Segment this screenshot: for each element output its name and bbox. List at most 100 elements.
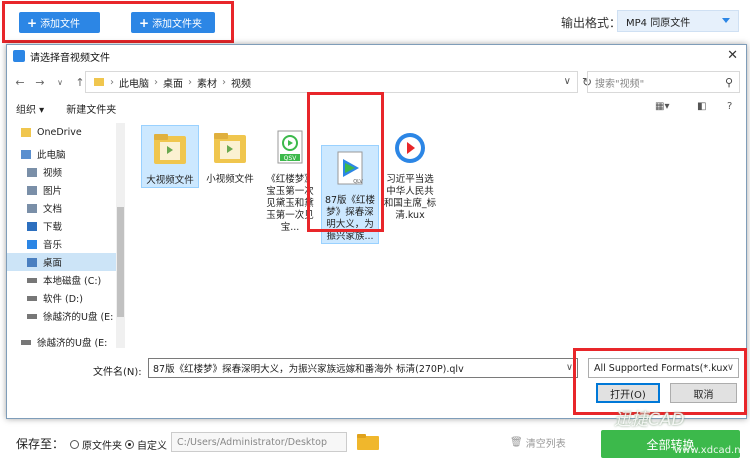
breadcrumb-desktop[interactable]: 桌面: [163, 75, 183, 90]
output-format-label: 输出格式：: [561, 16, 622, 30]
drive-icon: [27, 277, 37, 283]
preview-pane-icon[interactable]: ◧: [697, 101, 706, 112]
watermark-url: www.xdcad.net: [674, 445, 750, 456]
filename-input[interactable]: 87版《红楼梦》探春深明大义，为振兴家族远嫁和番海外 标清(270P).qlv …: [148, 358, 578, 378]
file-item-kux[interactable]: 习近平当选中华人民共和国主席_标清.kux: [381, 125, 439, 222]
nav-item-music[interactable]: 音乐: [7, 235, 125, 253]
breadcrumb-this-pc[interactable]: 此电脑: [119, 75, 149, 90]
nav-item-drive-d[interactable]: 软件 (D:): [7, 289, 125, 307]
radio-dot: [125, 440, 134, 449]
nav-label: 软件 (D:): [43, 294, 83, 305]
nav-label: 徐越济的U盘 (E:: [43, 312, 114, 323]
output-format-select[interactable]: MP4 同原文件: [617, 10, 739, 32]
chevron-right-icon: ›: [188, 76, 192, 88]
nav-label: OneDrive: [37, 126, 82, 138]
search-icon: ⚲: [724, 76, 733, 89]
nav-item-videos[interactable]: 视频: [7, 163, 125, 181]
nav-item-this-pc[interactable]: 此电脑: [7, 145, 125, 163]
file-list: 大视频文件 小视频文件 QSV 《红楼梦》宝玉第一次见黛玉和黛玉第一次见宝...: [131, 123, 741, 348]
forward-arrow-icon[interactable]: →: [33, 76, 47, 89]
nav-scrollbar[interactable]: [116, 123, 125, 348]
save-path-value: C:/Users/Administrator/Desktop: [177, 436, 327, 448]
chevron-right-icon: ›: [222, 76, 226, 88]
chevron-right-icon: ›: [154, 76, 158, 88]
folder-icon: [154, 134, 186, 164]
nav-label: 视频: [43, 168, 63, 179]
youku-kux-icon: [395, 133, 425, 163]
nav-item-usb-drive[interactable]: 徐越济的U盘 (E:: [7, 307, 125, 325]
app-icon: [13, 50, 25, 62]
clear-list-label: 清空列表: [525, 439, 566, 450]
file-item-small-videos[interactable]: 小视频文件: [201, 125, 259, 186]
navigation-pane: OneDrive 此电脑 视频 图片 文档 下载 音乐 桌面 本地磁盘 (C:)…: [7, 123, 125, 351]
highlight-box-file: [307, 92, 384, 232]
nav-label: 音乐: [43, 240, 63, 251]
nav-item-onedrive[interactable]: OneDrive: [7, 123, 125, 141]
search-input[interactable]: 搜索"视频" ⚲: [587, 71, 740, 93]
file-name: 小视频文件: [206, 174, 254, 185]
qsv-badge: QSV: [284, 155, 298, 162]
folder-icon: [214, 133, 246, 163]
output-format-value: MP4 同原文件: [626, 17, 691, 29]
help-icon[interactable]: ?: [727, 101, 732, 112]
drive-icon: [27, 295, 37, 301]
radio-dot: [70, 440, 79, 449]
trash-icon: 🗑: [510, 437, 523, 448]
usb-drive-icon: [27, 313, 37, 319]
chevron-right-icon: ›: [110, 76, 114, 88]
watermark-logo: 迅捷CAD: [614, 410, 685, 430]
nav-label: 徐越济的U盘 (E:: [37, 338, 108, 349]
highlight-box-add: [2, 1, 234, 43]
dialog-titlebar: 请选择音视频文件 ✕: [7, 45, 746, 67]
new-folder-button[interactable]: 新建文件夹: [66, 101, 116, 116]
nav-label: 图片: [43, 186, 63, 197]
onedrive-icon: [21, 127, 31, 137]
breadcrumb-material[interactable]: 素材: [197, 75, 217, 90]
download-icon: [27, 221, 37, 231]
save-to-label: 保存至：: [16, 437, 65, 451]
breadcrumb-video[interactable]: 视频: [231, 75, 251, 90]
file-name: 大视频文件: [146, 175, 194, 186]
qsv-file-icon: QSV: [277, 130, 303, 164]
chevron-down-icon[interactable]: ∨: [564, 76, 571, 87]
search-placeholder: 搜索"视频": [595, 78, 645, 90]
back-arrow-icon[interactable]: ←: [13, 76, 27, 89]
save-path-input[interactable]: C:/Users/Administrator/Desktop: [171, 432, 347, 452]
radio-original-folder[interactable]: 原文件夹: [70, 437, 122, 452]
nav-item-documents[interactable]: 文档: [7, 199, 125, 217]
desktop-icon: [27, 257, 37, 267]
nav-item-pictures[interactable]: 图片: [7, 181, 125, 199]
nav-label: 文档: [43, 204, 63, 215]
chevron-down-icon[interactable]: ∨: [566, 362, 573, 373]
radio-label: 自定义: [137, 441, 167, 452]
nav-label: 桌面: [43, 258, 63, 269]
nav-item-usb-drive-root[interactable]: 徐越济的U盘 (E:: [7, 333, 125, 351]
scrollbar-thumb[interactable]: [117, 207, 124, 317]
filename-label: 文件名(N):: [93, 367, 142, 378]
app-toolbar: + 添加文件 + 添加文件夹 输出格式： MP4 同原文件: [0, 0, 750, 43]
dropdown-arrow-icon: [722, 18, 730, 23]
nav-item-downloads[interactable]: 下载: [7, 217, 125, 235]
filename-value: 87版《红楼梦》探春深明大义，为振兴家族远嫁和番海外 标清(270P).qlv: [153, 364, 464, 375]
document-folder-icon: [27, 203, 37, 213]
address-bar[interactable]: › 此电脑 › 桌面 › 素材 › 视频 ∨: [85, 71, 578, 93]
dialog-title: 请选择音视频文件: [30, 52, 110, 64]
video-folder-icon: [27, 167, 37, 177]
computer-icon: [21, 149, 31, 159]
radio-custom[interactable]: 自定义: [125, 437, 167, 452]
clear-list-button[interactable]: 🗑 清空列表: [510, 435, 566, 450]
nav-item-drive-c[interactable]: 本地磁盘 (C:): [7, 271, 125, 289]
music-icon: [27, 239, 37, 249]
file-item-large-videos[interactable]: 大视频文件: [141, 125, 199, 188]
nav-label: 下载: [43, 222, 63, 233]
organize-menu[interactable]: 组织 ▾: [16, 101, 44, 116]
view-options-icon[interactable]: ▦▾: [655, 101, 669, 112]
file-name: 习近平当选中华人民共和国主席_标清.kux: [383, 174, 437, 221]
nav-item-desktop[interactable]: 桌面: [7, 253, 116, 271]
recent-dropdown-icon[interactable]: ∨: [53, 78, 67, 87]
nav-label: 本地磁盘 (C:): [43, 276, 102, 287]
folder-icon[interactable]: [356, 433, 380, 451]
picture-folder-icon: [27, 185, 37, 195]
close-icon[interactable]: ✕: [727, 48, 738, 63]
folder-icon: [94, 78, 104, 86]
